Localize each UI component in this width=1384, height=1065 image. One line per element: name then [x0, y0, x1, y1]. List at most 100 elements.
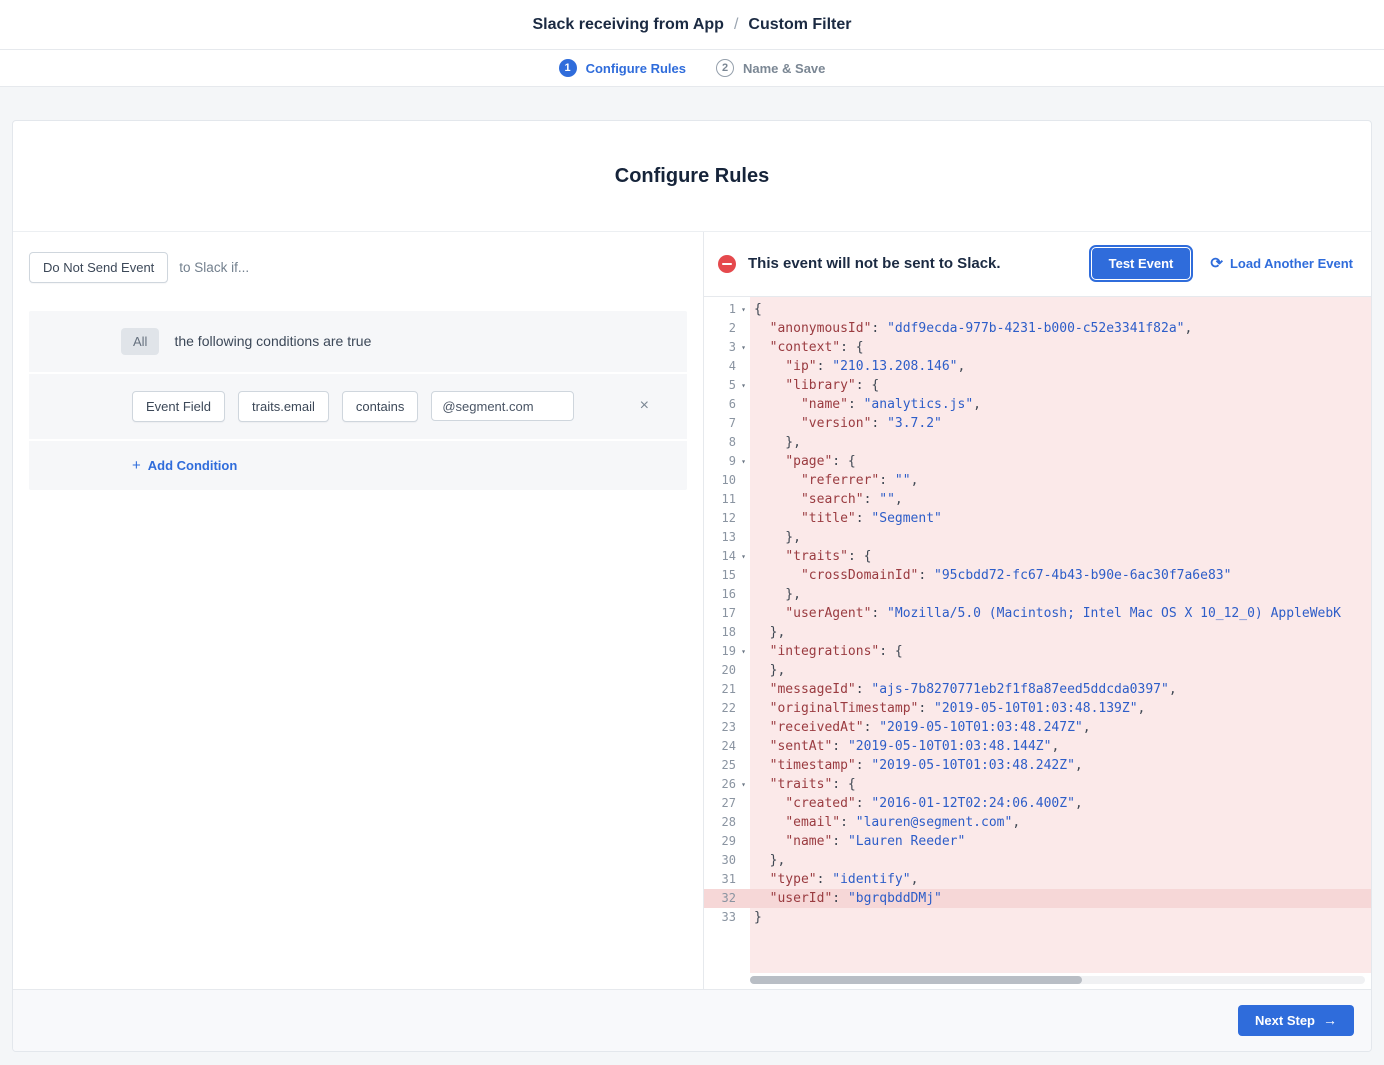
line-number: 2	[704, 321, 737, 335]
code-line: "userId": "bgrqbddDMj"	[750, 889, 1371, 908]
fold-toggle-icon[interactable]: ▾	[737, 381, 750, 390]
action-suffix-text: to Slack if...	[179, 260, 249, 275]
gutter-line: 8	[704, 433, 750, 452]
field-path-button[interactable]: traits.email	[238, 391, 329, 422]
step-1-label: Configure Rules	[586, 61, 686, 76]
code-line: "search": "",	[750, 490, 1371, 509]
event-preview-panel: This event will not be sent to Slack. Te…	[704, 232, 1371, 989]
gutter-line: 6	[704, 395, 750, 414]
line-number: 26	[704, 777, 737, 791]
refresh-icon: ⟳	[1210, 256, 1223, 271]
code-line: "integrations": {	[750, 642, 1371, 661]
load-another-event-button[interactable]: ⟳ Load Another Event	[1210, 256, 1353, 271]
fold-toggle-icon[interactable]: ▾	[737, 457, 750, 466]
json-editor[interactable]: 1▾23▾45▾6789▾1011121314▾1516171819▾20212…	[704, 296, 1371, 989]
breadcrumb-separator: /	[734, 16, 738, 34]
operator-button[interactable]: contains	[342, 391, 418, 422]
code-line: "receivedAt": "2019-05-10T01:03:48.247Z"…	[750, 718, 1371, 737]
gutter-line: 12	[704, 509, 750, 528]
breadcrumb-source[interactable]: Slack receiving from App	[532, 16, 723, 34]
condition-row: Event Field traits.email contains ×	[29, 372, 687, 439]
line-number: 21	[704, 682, 737, 696]
scrollbar-thumb[interactable]	[750, 976, 1082, 984]
code-line: "version": "3.7.2"	[750, 414, 1371, 433]
fold-toggle-icon[interactable]: ▾	[737, 647, 750, 656]
line-number: 24	[704, 739, 737, 753]
fold-toggle-icon[interactable]: ▾	[737, 343, 750, 352]
fold-toggle-icon[interactable]: ▾	[737, 780, 750, 789]
gutter-line: 31	[704, 870, 750, 889]
code-line: "email": "lauren@segment.com",	[750, 813, 1371, 832]
filter-action-button[interactable]: Do Not Send Event	[29, 252, 168, 283]
line-number: 22	[704, 701, 737, 715]
breadcrumb: Slack receiving from App / Custom Filter	[532, 16, 851, 34]
code-line: "traits": {	[750, 775, 1371, 794]
editor-body: 1▾23▾45▾6789▾1011121314▾1516171819▾20212…	[704, 297, 1371, 973]
gutter-line: 4	[704, 357, 750, 376]
line-number: 29	[704, 834, 737, 848]
code-line: "type": "identify",	[750, 870, 1371, 889]
line-number: 11	[704, 492, 737, 506]
gutter-line: 21	[704, 680, 750, 699]
gutter-line: 3▾	[704, 338, 750, 357]
gutter-line: 2	[704, 319, 750, 338]
line-number: 27	[704, 796, 737, 810]
conditions-group: All the following conditions are true Ev…	[29, 311, 687, 490]
gutter-line: 22	[704, 699, 750, 718]
code-line: },	[750, 661, 1371, 680]
steps-bar: 1 Configure Rules 2 Name & Save	[0, 50, 1384, 87]
match-operator-badge[interactable]: All	[121, 328, 159, 355]
close-icon: ×	[640, 397, 649, 414]
line-number: 3	[704, 340, 737, 354]
code-line: "name": "analytics.js",	[750, 395, 1371, 414]
configure-rules-card: Configure Rules Do Not Send Event to Sla…	[12, 120, 1372, 1052]
next-step-button[interactable]: Next Step →	[1238, 1005, 1354, 1036]
rules-panel: Do Not Send Event to Slack if... All the…	[13, 232, 704, 989]
gutter-line: 15	[704, 566, 750, 585]
code-line: "referrer": "",	[750, 471, 1371, 490]
match-operator-text: the following conditions are true	[174, 333, 371, 349]
gutter-line: 29	[704, 832, 750, 851]
gutter-line: 10	[704, 471, 750, 490]
plus-icon: +	[132, 458, 141, 473]
filter-status-text: This event will not be sent to Slack.	[748, 255, 1001, 272]
fold-toggle-icon[interactable]: ▾	[737, 305, 750, 314]
code-line: },	[750, 433, 1371, 452]
test-event-button[interactable]: Test Event	[1092, 248, 1191, 279]
gutter-line: 33	[704, 908, 750, 927]
gutter-line: 24	[704, 737, 750, 756]
code-line: "ip": "210.13.208.146",	[750, 357, 1371, 376]
gutter-line: 5▾	[704, 376, 750, 395]
remove-condition-button[interactable]: ×	[636, 394, 653, 418]
code-line: "name": "Lauren Reeder"	[750, 832, 1371, 851]
step-configure-rules[interactable]: 1 Configure Rules	[559, 59, 686, 77]
editor-code[interactable]: { "anonymousId": "ddf9ecda-977b-4231-b00…	[750, 297, 1371, 973]
code-line: "messageId": "ajs-7b8270771eb2f1f8a87eed…	[750, 680, 1371, 699]
line-number: 4	[704, 359, 737, 373]
gutter-line: 11	[704, 490, 750, 509]
code-line: "anonymousId": "ddf9ecda-977b-4231-b000-…	[750, 319, 1371, 338]
code-line: "traits": {	[750, 547, 1371, 566]
gutter-line: 27	[704, 794, 750, 813]
action-row: Do Not Send Event to Slack if...	[29, 252, 687, 283]
fold-toggle-icon[interactable]: ▾	[737, 552, 750, 561]
line-number: 13	[704, 530, 737, 544]
line-number: 20	[704, 663, 737, 677]
add-condition-button[interactable]: + Add Condition	[132, 458, 237, 473]
horizontal-scrollbar[interactable]	[750, 976, 1365, 984]
page-title: Configure Rules	[13, 134, 1371, 217]
topbar: Slack receiving from App / Custom Filter	[0, 0, 1384, 50]
code-line: "userAgent": "Mozilla/5.0 (Macintosh; In…	[750, 604, 1371, 623]
gutter-line: 19▾	[704, 642, 750, 661]
code-line: "originalTimestamp": "2019-05-10T01:03:4…	[750, 699, 1371, 718]
step-name-save[interactable]: 2 Name & Save	[716, 59, 825, 77]
code-line: "created": "2016-01-12T02:24:06.400Z",	[750, 794, 1371, 813]
gutter-line: 20	[704, 661, 750, 680]
gutter-line: 14▾	[704, 547, 750, 566]
gutter-line: 18	[704, 623, 750, 642]
field-type-button[interactable]: Event Field	[132, 391, 225, 422]
gutter-line: 7	[704, 414, 750, 433]
condition-value-input[interactable]	[431, 391, 574, 421]
next-step-label: Next Step	[1255, 1013, 1315, 1028]
panels: Do Not Send Event to Slack if... All the…	[13, 231, 1371, 989]
